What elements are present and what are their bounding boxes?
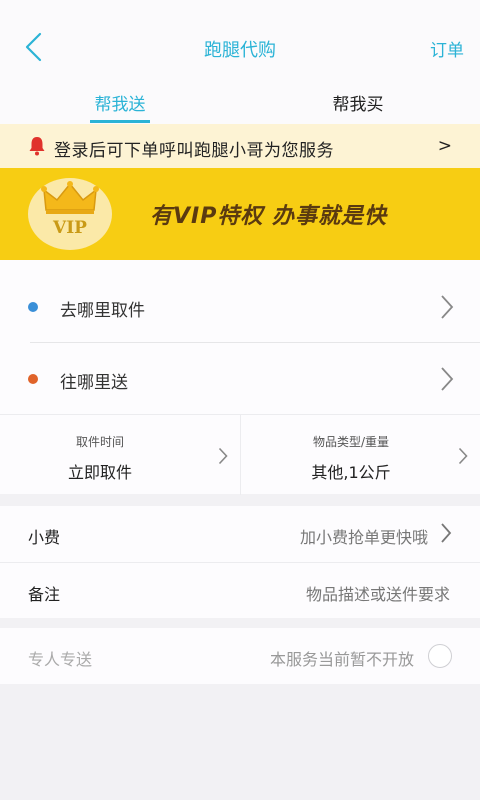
delivery-address-label: 往哪里送 [60,373,128,393]
tab-bar: 帮我送 帮我买 [0,80,480,124]
exclusive-delivery-label: 专人专送 [28,650,93,669]
vip-banner[interactable]: VIP 有VIP特权 办事就是快 [0,168,480,260]
exclusive-delivery-checkbox[interactable] [428,644,452,668]
delivery-address-row[interactable]: 往哪里送 [0,342,480,414]
pickup-address-label: 去哪里取件 [60,301,145,321]
tip-hint: 加小费抢单更快哦 [299,528,428,547]
pickup-time-caption: 取件时间 [75,435,124,449]
exclusive-delivery-status: 本服务当前暂不开放 [269,650,414,669]
tab-help-buy[interactable]: 帮我买 [298,90,418,115]
chevron-right-icon [441,295,454,319]
pickup-time-selector[interactable]: 取件时间 立即取件 [0,415,240,495]
tip-label: 小费 [28,528,61,547]
delivery-dot-icon [28,374,38,384]
chevron-right-icon [441,523,452,543]
exclusive-delivery-row: 专人专送 本服务当前暂不开放 [0,628,480,684]
tip-row[interactable]: 小费 加小费抢单更快哦 [0,506,480,562]
vip-badge: VIP [28,178,112,250]
pickup-time-value: 立即取件 [67,463,132,482]
item-type-caption: 物品类型/重量 [312,435,390,449]
chevron-right-icon [218,447,228,465]
orders-button[interactable]: 订单 [430,36,464,61]
vip-badge-text: VIP [53,218,87,238]
address-card: 去哪里取件 往哪里送 [0,260,480,414]
pickup-address-row[interactable]: 去哪里取件 [0,270,480,342]
tab-help-send[interactable]: 帮我送 [60,90,180,115]
item-type-selector[interactable]: 物品类型/重量 其他,1公斤 [240,415,480,495]
extras-card: 小费 加小费抢单更快哦 备注 物品描述或送件要求 [0,506,480,618]
notice-arrow-icon: > [437,136,452,156]
page-title: 跑腿代购 [204,40,276,61]
chevron-right-icon [458,447,468,465]
pickup-info-card: 取件时间 立即取件 物品类型/重量 其他,1公斤 [0,414,480,495]
bell-icon [29,137,45,156]
active-tab-indicator [90,120,150,123]
vip-slogan: 有VIP特权 办事就是快 [150,204,387,229]
pickup-dot-icon [28,302,38,312]
notice-text: 登录后可下单呼叫跑腿小哥为您服务 [54,141,334,161]
item-type-value: 其他,1公斤 [311,463,391,482]
remark-label: 备注 [28,585,61,604]
remark-row[interactable]: 备注 物品描述或送件要求 [0,562,480,618]
login-notice-bar[interactable]: 登录后可下单呼叫跑腿小哥为您服务 > [0,124,480,168]
remark-input[interactable]: 物品描述或送件要求 [306,581,450,605]
top-bar: 跑腿代购 订单 [0,0,480,80]
crown-icon [41,181,99,214]
chevron-right-icon [441,367,454,391]
